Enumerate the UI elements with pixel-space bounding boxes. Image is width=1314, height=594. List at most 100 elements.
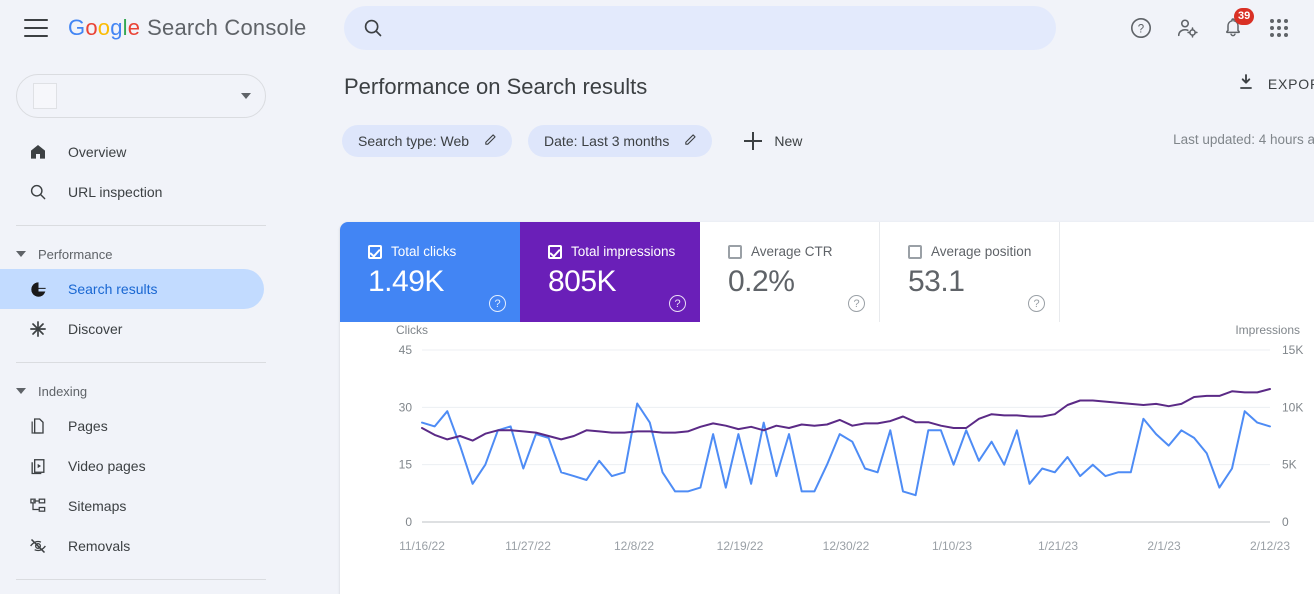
home-icon — [26, 142, 50, 162]
help-circle-icon[interactable]: ? — [848, 295, 865, 312]
metric-cards: Total clicks 1.49K ? Total impressions 8… — [340, 222, 1314, 322]
last-updated-text: Last updated: 4 hours ago — [1173, 132, 1314, 147]
metric-label: Average position — [931, 244, 1032, 259]
metric-card-average-position[interactable]: Average position 53.1 ? — [880, 222, 1060, 322]
new-filter-label: New — [774, 133, 803, 149]
svg-text:10K: 10K — [1282, 400, 1303, 414]
metric-card-total-impressions[interactable]: Total impressions 805K ? — [520, 222, 700, 322]
metric-value: 1.49K — [368, 265, 444, 298]
sidebar-divider — [16, 579, 266, 580]
sidebar-group-label: Indexing — [38, 383, 88, 399]
product-name: Search Console — [147, 15, 307, 40]
metric-value: 53.1 — [908, 265, 965, 298]
metric-card-filler — [1060, 222, 1314, 322]
export-button[interactable]: EXPORT — [1236, 72, 1314, 95]
download-icon — [1236, 72, 1256, 95]
help-circle-icon[interactable]: ? — [1028, 295, 1045, 312]
sidebar-item-sitemaps[interactable]: Sitemaps — [0, 486, 264, 526]
sidebar-item-label: URL inspection — [68, 184, 163, 200]
sidebar-item-label: Overview — [68, 144, 127, 160]
metric-card-average-ctr[interactable]: Average CTR 0.2% ? — [700, 222, 880, 322]
pages-icon — [26, 416, 50, 436]
top-bar-icons: ? 39 — [1118, 0, 1302, 56]
metric-label: Average CTR — [751, 244, 833, 259]
sidebar-item-removals[interactable]: Removals — [0, 526, 264, 566]
search-bar[interactable] — [344, 6, 1056, 50]
new-filter-button[interactable]: New — [734, 132, 812, 150]
chevron-down-icon — [16, 388, 26, 394]
metric-label-row: Average position — [908, 244, 1059, 259]
pencil-icon[interactable] — [683, 132, 698, 150]
sidebar: Overview URL inspection Performance Sear… — [0, 56, 290, 594]
notification-badge: 39 — [1234, 8, 1255, 25]
svg-text:Clicks: Clicks — [396, 323, 428, 337]
search-input[interactable] — [396, 18, 1056, 38]
metric-checkbox[interactable] — [908, 244, 922, 259]
help-circle-icon[interactable]: ? — [489, 295, 506, 312]
sidebar-item-discover[interactable]: Discover — [0, 309, 264, 349]
sidebar-item-label: Search results — [68, 281, 158, 297]
metric-checkbox[interactable] — [368, 244, 382, 259]
sidebar-item-search-results[interactable]: Search results — [0, 269, 264, 309]
svg-text:5K: 5K — [1282, 458, 1297, 472]
sidebar-item-video-pages[interactable]: Video pages — [0, 446, 264, 486]
svg-text:1/10/23: 1/10/23 — [932, 539, 972, 553]
page-header: Performance on Search results EXPORT — [290, 56, 1314, 118]
sidebar-item-label: Video pages — [68, 458, 146, 474]
google-logo: Google — [68, 15, 141, 40]
svg-text:12/8/22: 12/8/22 — [614, 539, 654, 553]
sidebar-item-overview[interactable]: Overview — [0, 132, 264, 172]
sidebar-nav-top: Overview URL inspection — [0, 132, 290, 212]
svg-text:11/16/22: 11/16/22 — [399, 539, 445, 553]
metric-card-total-clicks[interactable]: Total clicks 1.49K ? — [340, 222, 520, 322]
search-console-app: Google Search Console ? 39 Overview URL … — [0, 0, 1314, 594]
removals-eye-off-icon — [26, 536, 50, 556]
sidebar-group-performance[interactable]: Performance — [0, 239, 290, 269]
svg-text:0: 0 — [405, 515, 412, 529]
help-circle-icon[interactable]: ? — [1118, 5, 1164, 51]
filter-chip-search-type[interactable]: Search type: Web — [342, 125, 513, 157]
export-label: EXPORT — [1267, 75, 1314, 92]
metric-label-row: Average CTR — [728, 244, 879, 259]
sitemaps-icon — [26, 496, 50, 516]
filter-chip-row: Search type: Web Date: Last 3 months New — [290, 118, 1314, 164]
plus-icon — [744, 132, 763, 150]
metric-label: Total impressions — [571, 244, 676, 259]
notification-bell-icon[interactable]: 39 — [1210, 5, 1256, 51]
metric-value: 805K — [548, 265, 617, 298]
svg-text:?: ? — [1138, 23, 1144, 35]
svg-text:2/12/23: 2/12/23 — [1250, 539, 1290, 553]
property-selector[interactable] — [16, 74, 266, 118]
metric-label: Total clicks — [391, 244, 457, 259]
google-g-icon — [26, 280, 50, 299]
svg-text:45: 45 — [399, 343, 413, 357]
property-placeholder — [33, 83, 57, 109]
chevron-down-icon — [16, 251, 26, 257]
metric-label-row: Total clicks — [368, 244, 520, 259]
sidebar-group-indexing[interactable]: Indexing — [0, 376, 290, 406]
sidebar-item-pages[interactable]: Pages — [0, 406, 264, 446]
pencil-icon[interactable] — [483, 132, 498, 150]
filter-chip-label: Date: Last 3 months — [544, 133, 670, 149]
account-settings-icon[interactable] — [1164, 5, 1210, 51]
metric-checkbox[interactable] — [548, 244, 562, 259]
chevron-down-icon — [241, 93, 251, 99]
filter-chip-date[interactable]: Date: Last 3 months — [528, 125, 713, 157]
svg-text:12/19/22: 12/19/22 — [717, 539, 764, 553]
video-pages-icon — [26, 456, 50, 476]
sidebar-item-label: Discover — [68, 321, 123, 337]
sidebar-item-url-inspection[interactable]: URL inspection — [0, 172, 264, 212]
metric-label-row: Total impressions — [548, 244, 700, 259]
svg-text:1/21/23: 1/21/23 — [1038, 539, 1078, 553]
search-icon — [362, 17, 384, 39]
metric-checkbox[interactable] — [728, 244, 742, 259]
search-icon — [26, 182, 50, 202]
filter-chip-label: Search type: Web — [358, 133, 470, 149]
help-circle-icon[interactable]: ? — [669, 295, 686, 312]
sidebar-item-label: Pages — [68, 418, 108, 434]
performance-card: Total clicks 1.49K ? Total impressions 8… — [340, 222, 1314, 594]
hamburger-menu-icon[interactable] — [24, 19, 48, 37]
apps-grid-icon[interactable] — [1256, 5, 1302, 51]
svg-text:15: 15 — [399, 458, 413, 472]
page-title: Performance on Search results — [344, 74, 648, 99]
